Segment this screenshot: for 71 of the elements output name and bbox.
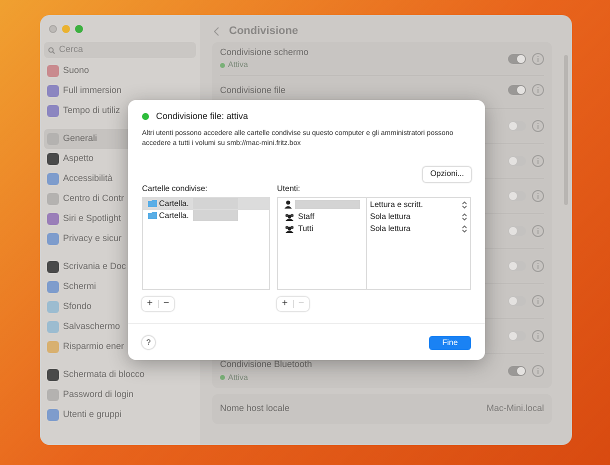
toggle-switch[interactable] <box>508 121 526 131</box>
sidebar-item[interactable]: Full immersion <box>44 81 196 101</box>
service-status: Attiva <box>228 59 248 72</box>
search-field[interactable]: Cerca <box>44 42 196 58</box>
toggle-switch[interactable] <box>508 54 526 64</box>
info-icon[interactable] <box>532 84 544 96</box>
people-icon <box>284 212 295 220</box>
sidebar-item[interactable]: Schermata di blocco <box>44 365 196 385</box>
info-icon[interactable] <box>532 365 544 377</box>
sidebar-item[interactable]: Privacy e sicur <box>44 229 196 249</box>
info-icon[interactable] <box>532 330 544 342</box>
folder-row[interactable]: Cartella. <box>143 210 269 222</box>
service-name: Condivisione Bluetooth <box>220 358 312 372</box>
service-status: Attiva <box>228 372 248 384</box>
info-icon[interactable] <box>532 260 544 272</box>
search-input[interactable]: Cerca <box>59 43 159 57</box>
folder-name: Cartella. <box>159 210 189 222</box>
folder-row[interactable]: Cartella. <box>143 198 269 210</box>
folder-name: Cartella. <box>159 198 189 210</box>
options-button[interactable]: Opzioni... <box>423 166 471 182</box>
info-icon[interactable] <box>532 225 544 237</box>
list-heading: Cartelle condivise: <box>142 182 208 194</box>
minimize-button[interactable] <box>62 25 70 33</box>
done-button[interactable]: Fine <box>429 336 471 350</box>
redacted-block <box>192 210 238 221</box>
toggle-switch[interactable] <box>508 366 526 376</box>
list-heading: Utenti: <box>277 182 302 194</box>
help-button[interactable]: ? <box>142 336 155 349</box>
stepper-chevrons-icon <box>462 212 467 220</box>
dialog-status: Condivisione file: attiva <box>156 110 248 123</box>
permission-popup[interactable]: Sola lettura <box>367 210 470 222</box>
toggle-switch[interactable] <box>508 156 526 166</box>
toggle-switch[interactable] <box>508 85 526 95</box>
redacted-block <box>295 200 360 209</box>
sidebar-item[interactable]: Utenti e gruppi <box>44 405 196 425</box>
close-button[interactable] <box>49 25 57 33</box>
sidebar-item[interactable]: Aspetto <box>44 149 196 169</box>
host-label: Nome host locale <box>220 402 290 416</box>
back-chevron-icon[interactable] <box>214 26 219 36</box>
info-icon[interactable] <box>532 295 544 307</box>
stepper-chevrons-icon <box>462 224 467 232</box>
info-icon[interactable] <box>532 52 544 64</box>
toggle-switch[interactable] <box>508 296 526 306</box>
permission-popup[interactable]: Lettura e scritt. <box>367 198 470 210</box>
host-value: Mac-Mini.local <box>486 402 544 416</box>
toggle-switch[interactable] <box>508 191 526 201</box>
info-icon[interactable] <box>532 155 544 167</box>
sidebar-item[interactable]: Scrivania e Doc <box>44 257 196 277</box>
user-name: Staff <box>298 210 314 222</box>
add-button[interactable]: + <box>142 298 158 308</box>
sidebar-item[interactable]: Schermi <box>44 277 196 297</box>
search-icon <box>48 46 55 54</box>
toggle-switch[interactable] <box>508 261 526 271</box>
sidebar-item[interactable]: Salvaschermo <box>44 317 196 337</box>
zoom-button[interactable] <box>75 25 83 33</box>
permission-popup[interactable]: Sola lettura <box>367 222 470 234</box>
page-title: Condivisione <box>229 24 298 39</box>
toggle-switch[interactable] <box>508 331 526 341</box>
info-icon[interactable] <box>532 190 544 202</box>
stepper-chevrons-icon <box>462 200 467 208</box>
people-icon <box>284 224 295 232</box>
add-button[interactable]: + <box>277 298 292 308</box>
sidebar-item[interactable]: Password di login <box>44 385 196 405</box>
sidebar-item[interactable]: Suono <box>44 61 196 81</box>
remove-button[interactable]: − <box>158 298 174 308</box>
user-name: Tutti <box>298 222 314 234</box>
toggle-switch[interactable] <box>508 226 526 236</box>
person-icon <box>284 200 292 209</box>
service-name: Condivisione file <box>220 84 286 97</box>
service-name: Condivisione schermo <box>220 46 309 59</box>
info-icon[interactable] <box>532 120 544 132</box>
